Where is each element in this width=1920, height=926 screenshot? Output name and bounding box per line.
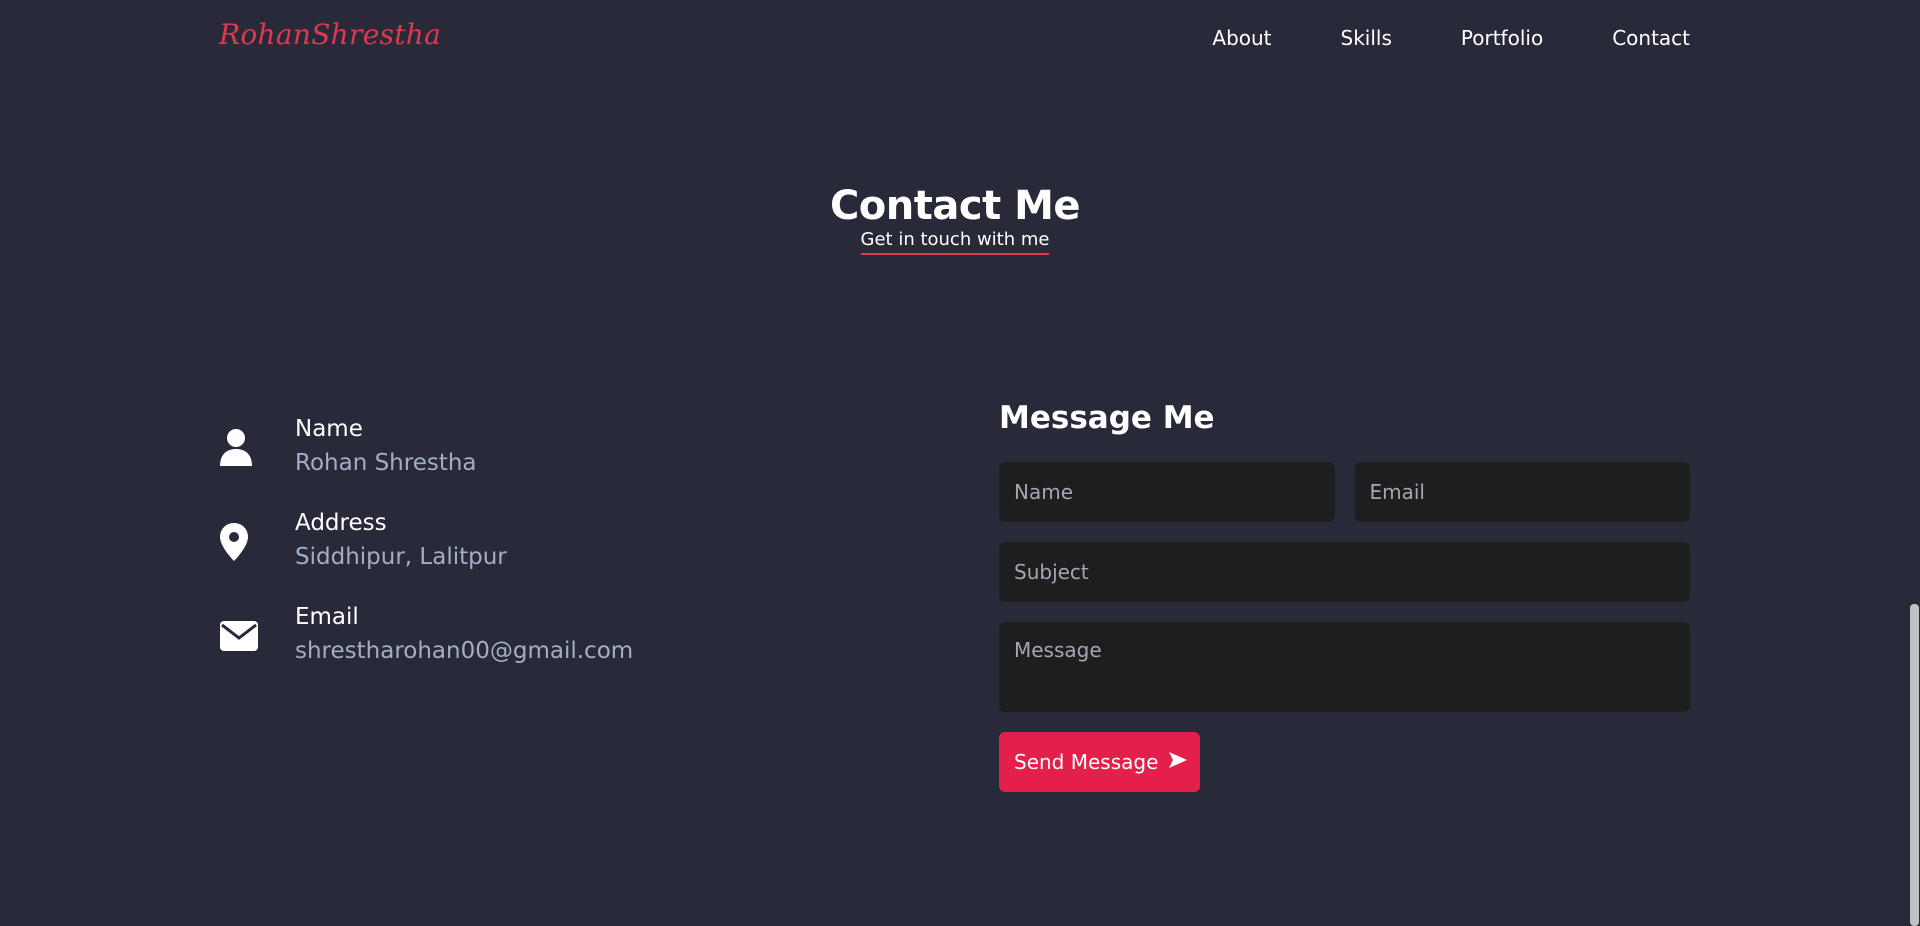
send-arrow-icon — [1168, 750, 1188, 774]
nav-link-about[interactable]: About — [1212, 26, 1271, 50]
user-icon — [219, 426, 259, 470]
info-label: Email — [295, 604, 359, 630]
info-text: Address Siddhipur, Lalitpur — [295, 508, 507, 574]
subject-input[interactable] — [999, 542, 1690, 602]
name-input[interactable] — [999, 462, 1335, 522]
section-subtitle: Get in touch with me — [860, 228, 1050, 255]
scrollbar-track[interactable] — [1909, 0, 1920, 926]
info-text: Email shrestharohan00@gmail.com — [295, 602, 633, 668]
scrollbar-thumb[interactable] — [1910, 604, 1919, 926]
message-form: Message Me Send Message — [999, 396, 1690, 792]
info-value: shrestharohan00@gmail.com — [295, 638, 634, 664]
info-item-name: Name Rohan Shrestha — [219, 412, 919, 506]
nav-link-contact[interactable]: Contact — [1612, 26, 1690, 50]
site-logo[interactable]: RohanShrestha — [219, 18, 441, 51]
info-item-address: Address Siddhipur, Lalitpur — [219, 506, 919, 600]
section-subtitle-wrap: Get in touch with me — [0, 228, 1910, 255]
info-label: Address — [295, 510, 387, 536]
message-textarea[interactable] — [999, 622, 1690, 712]
nav-link-skills[interactable]: Skills — [1341, 26, 1392, 50]
info-item-email: Email shrestharohan00@gmail.com — [219, 600, 919, 694]
section-title: Contact Me — [829, 183, 1081, 229]
nav-link-portfolio[interactable]: Portfolio — [1461, 26, 1543, 50]
contact-page: RohanShrestha About Skills Portfolio Con… — [0, 0, 1920, 926]
send-message-button[interactable]: Send Message — [999, 732, 1201, 792]
info-label: Name — [295, 416, 363, 442]
send-button-label: Send Message — [1014, 750, 1159, 774]
email-input[interactable] — [1354, 462, 1690, 522]
nav-links: About Skills Portfolio Contact — [1143, 26, 1690, 50]
info-value: Siddhipur, Lalitpur — [295, 544, 507, 570]
info-text: Name Rohan Shrestha — [295, 414, 477, 480]
contact-info-list: Name Rohan Shrestha Address Siddhipur, L… — [219, 412, 919, 694]
envelope-icon — [219, 614, 259, 658]
form-title: Message Me — [999, 400, 1215, 436]
info-value: Rohan Shrestha — [295, 450, 477, 476]
navbar: RohanShrestha About Skills Portfolio Con… — [0, 0, 1920, 80]
name-email-row — [999, 462, 1690, 522]
map-pin-icon — [219, 520, 259, 564]
